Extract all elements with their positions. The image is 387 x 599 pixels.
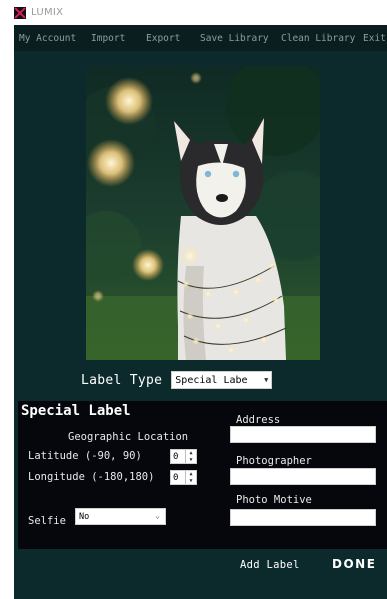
selfie-select[interactable]: No ⌄ xyxy=(75,508,166,525)
menu-export[interactable]: Export xyxy=(146,33,180,44)
label-type-row: Label Type Special Labe ▼ xyxy=(81,370,273,390)
geographic-location-heading: Geographic Location xyxy=(68,431,189,443)
latitude-label: Latitude (-90, 90) xyxy=(28,450,142,462)
add-label-button[interactable]: Add Label xyxy=(240,559,300,571)
photo-motive-label: Photo Motive xyxy=(236,494,312,506)
main-window: My Account Import Export Save Library Cl… xyxy=(14,25,387,599)
photographer-input[interactable] xyxy=(230,468,376,485)
menu-save-library[interactable]: Save Library xyxy=(200,33,269,44)
special-label-title: Special Label xyxy=(21,403,131,419)
photo-preview xyxy=(86,66,320,360)
spinner-down-icon[interactable]: ▼ xyxy=(186,457,196,464)
menu-clean-library[interactable]: Clean Library xyxy=(281,33,355,44)
menu-my-account[interactable]: My Account xyxy=(19,33,76,44)
app-title: LUMIX xyxy=(31,7,64,18)
photo-motive-input[interactable] xyxy=(230,509,376,526)
special-label-panel: Special Label Geographic Location Latitu… xyxy=(18,401,387,549)
selfie-selected: No xyxy=(79,511,90,522)
done-button[interactable]: DONE xyxy=(332,557,376,571)
label-type-selected: Special Labe xyxy=(175,374,248,386)
husky-photo-image xyxy=(86,66,320,360)
longitude-label: Longitude (-180,180) xyxy=(28,471,155,483)
address-label: Address xyxy=(236,414,281,426)
menu-bar: My Account Import Export Save Library Cl… xyxy=(14,25,387,51)
longitude-value: 0 xyxy=(173,472,179,483)
latitude-value: 0 xyxy=(173,451,179,462)
address-input[interactable] xyxy=(230,426,376,443)
chevron-down-icon: ⌄ xyxy=(155,511,160,520)
dropdown-arrow-icon: ▼ xyxy=(264,376,269,384)
label-type-label: Label Type xyxy=(81,372,163,388)
menu-import[interactable]: Import xyxy=(91,33,125,44)
spinner-down-icon[interactable]: ▼ xyxy=(186,478,196,485)
selfie-label: Selfie xyxy=(28,515,66,527)
label-type-select[interactable]: Special Labe ▼ xyxy=(171,371,273,389)
longitude-spinner[interactable]: 0 ▲ ▼ xyxy=(170,470,197,485)
app-logo-icon xyxy=(14,6,26,19)
photographer-label: Photographer xyxy=(236,455,312,467)
title-bar: LUMIX xyxy=(0,0,387,25)
menu-exit[interactable]: Exit xyxy=(363,33,386,44)
latitude-spinner[interactable]: 0 ▲ ▼ xyxy=(170,449,197,464)
